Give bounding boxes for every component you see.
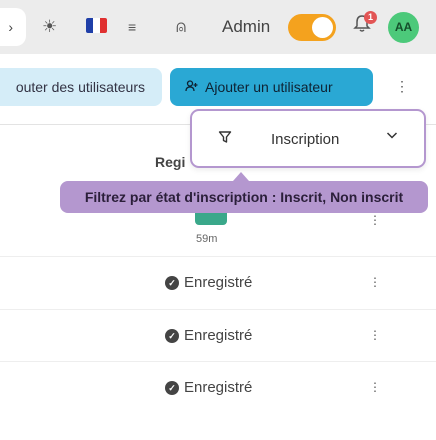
registration-filter-select[interactable]: Inscription xyxy=(190,109,426,168)
sun-icon[interactable]: ☀ xyxy=(42,15,57,39)
more-actions-icon[interactable]: ⋮ xyxy=(395,78,409,95)
back-button[interactable]: › xyxy=(0,8,26,46)
admin-label: Admin xyxy=(222,17,271,36)
table-row-status: ✓ Enregistré xyxy=(165,327,252,344)
add-user-label: Ajouter un utilisateur xyxy=(205,79,333,95)
row-divider xyxy=(0,361,436,362)
status-label: Enregistré xyxy=(184,274,253,291)
row-more-icon[interactable]: ⋮ xyxy=(369,213,381,227)
status-label: Enregistré xyxy=(184,327,253,344)
check-circle-icon: ✓ xyxy=(165,275,179,290)
column-header-registration[interactable]: Regi xyxy=(155,154,185,170)
top-header: › ☀ ≡ ⍝ Admin 1 AA xyxy=(0,0,436,54)
row-more-icon[interactable]: ⋮ xyxy=(369,328,381,342)
row-more-icon[interactable]: ⋮ xyxy=(369,380,381,394)
filter-tooltip: Filtrez par état d'inscription : Inscrit… xyxy=(60,181,428,213)
chevron-right-icon: › xyxy=(8,19,13,35)
row-more-icon[interactable]: ⋮ xyxy=(369,275,381,289)
row-divider xyxy=(0,256,436,257)
table-row-status: ✓ Enregistré xyxy=(165,379,252,396)
status-chip xyxy=(195,212,227,225)
check-circle-icon: ✓ xyxy=(165,328,179,343)
french-flag-icon[interactable] xyxy=(86,18,107,33)
table-row-status: ✓ Enregistré xyxy=(165,274,252,291)
check-circle-icon: ✓ xyxy=(165,380,179,395)
add-user-button[interactable]: Ajouter un utilisateur xyxy=(170,68,373,106)
user-icon[interactable]: ⍝ xyxy=(176,15,186,39)
admin-toggle[interactable] xyxy=(288,14,336,41)
user-plus-icon xyxy=(185,79,198,95)
notification-badge: 1 xyxy=(364,11,377,24)
chevron-down-icon xyxy=(386,129,398,141)
toggle-knob xyxy=(312,17,333,38)
filter-label: Inscription xyxy=(271,131,340,148)
add-users-button[interactable]: outer des utilisateurs xyxy=(0,68,162,106)
time-ago: 59m xyxy=(196,233,218,245)
status-label: Enregistré xyxy=(184,379,253,396)
lines-icon[interactable]: ≡ xyxy=(128,15,136,39)
funnel-icon xyxy=(218,130,232,149)
tooltip-arrow xyxy=(233,172,249,181)
avatar[interactable]: AA xyxy=(388,12,419,43)
row-divider xyxy=(0,309,436,310)
